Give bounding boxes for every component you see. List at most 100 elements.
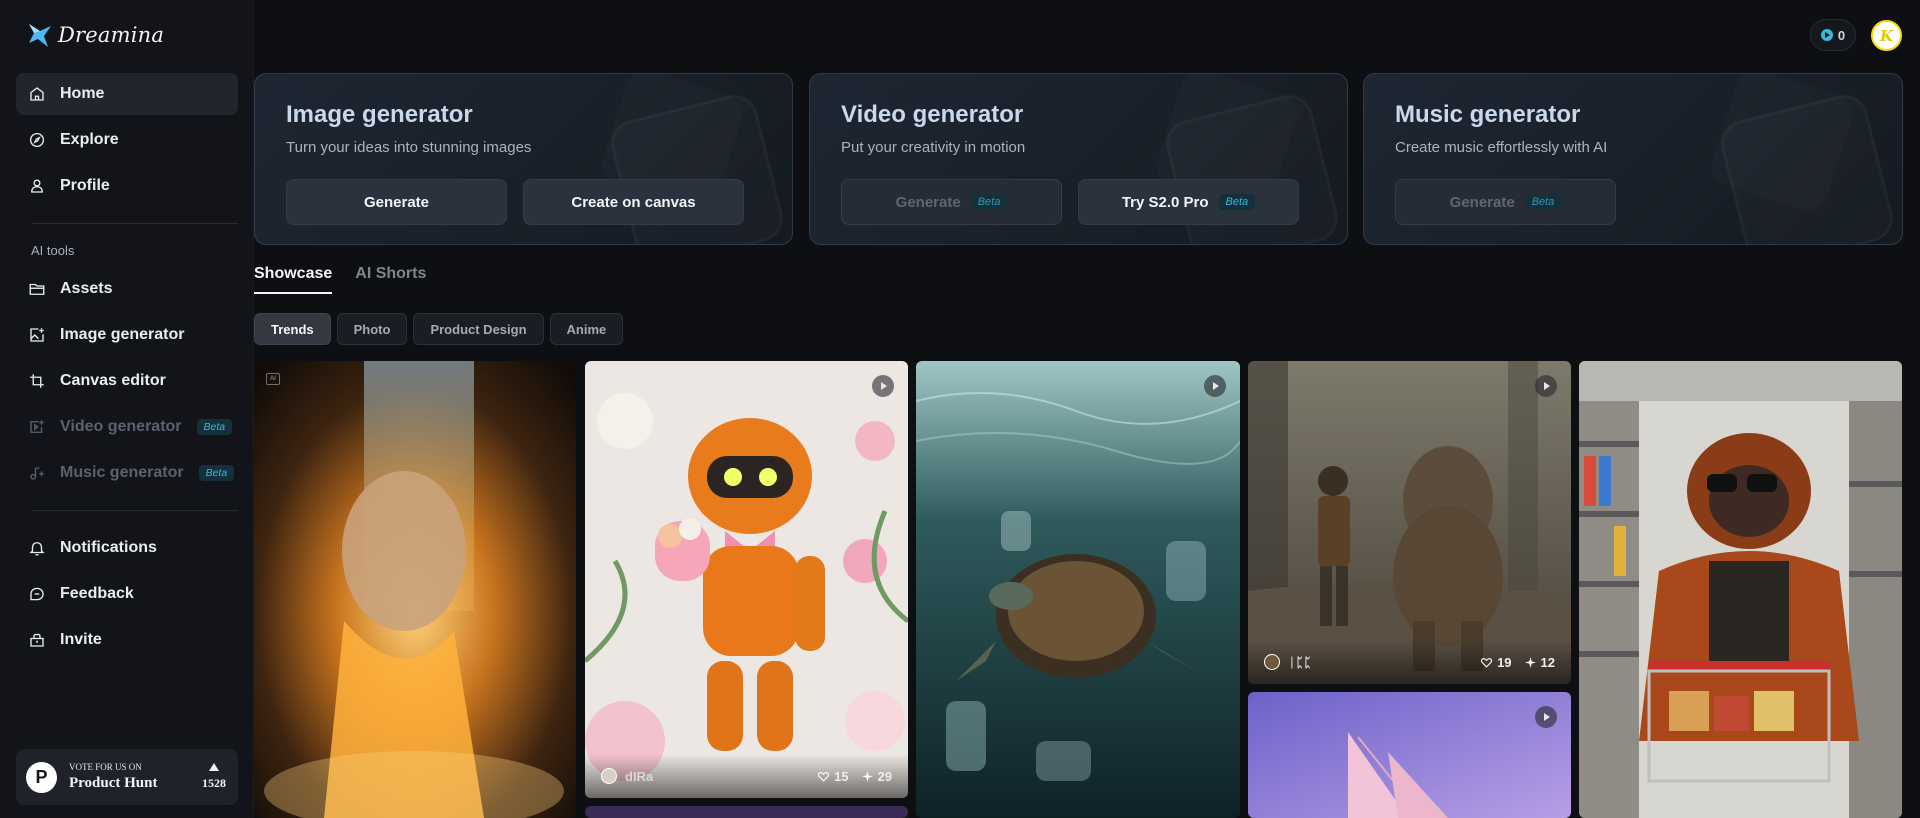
compass-icon bbox=[27, 130, 47, 150]
nav-item-invite[interactable]: Invite bbox=[16, 619, 238, 661]
nav-label: Explore bbox=[60, 131, 119, 148]
music-plus-icon bbox=[27, 463, 47, 483]
home-icon bbox=[27, 84, 47, 104]
button-label: Generate bbox=[363, 193, 430, 211]
button-label: Create on canvas bbox=[571, 193, 696, 211]
like-count: 19 bbox=[1497, 654, 1512, 670]
video-generator-card: Video generator Put your creativity in m… bbox=[809, 73, 1348, 245]
remix-count: 29 bbox=[877, 768, 892, 784]
nav-label: Feedback bbox=[60, 585, 134, 602]
product-hunt-caption: VOTE FOR US ON bbox=[69, 762, 142, 772]
nav-label: Profile bbox=[60, 177, 110, 194]
gallery-image bbox=[1248, 361, 1571, 684]
nav-item-profile[interactable]: Profile bbox=[16, 165, 238, 207]
gift-icon bbox=[27, 630, 47, 650]
sparkle-icon bbox=[1524, 656, 1536, 668]
beta-badge: Beta bbox=[970, 194, 1008, 210]
nav-item-music-generator[interactable]: Music generator Beta bbox=[16, 452, 238, 494]
gallery-image bbox=[1248, 692, 1571, 818]
gallery-item-bigfoot[interactable]: ᛁᛈᛈ 19 12 bbox=[1248, 361, 1571, 684]
gallery-item-next[interactable] bbox=[585, 806, 908, 818]
user-avatar[interactable] bbox=[601, 768, 617, 784]
button-label: Try S2.0 Pro bbox=[1121, 193, 1209, 211]
tab-ai-shorts[interactable]: AI Shorts bbox=[355, 265, 426, 294]
nav-label: Notifications bbox=[60, 539, 157, 556]
like-button[interactable]: 15 bbox=[817, 768, 849, 784]
beta-badge: Beta bbox=[1524, 194, 1562, 210]
play-icon[interactable] bbox=[1204, 375, 1226, 397]
filter-trends[interactable]: Trends bbox=[254, 313, 331, 345]
nav-item-notifications[interactable]: Notifications bbox=[16, 527, 238, 569]
user-name[interactable]: dIRa bbox=[625, 769, 805, 784]
nav-label: Music generator bbox=[60, 464, 184, 481]
nav-label: Image generator bbox=[60, 326, 185, 343]
nav-item-video-generator[interactable]: Video generator Beta bbox=[16, 406, 238, 448]
nav-label: Invite bbox=[60, 631, 102, 648]
heart-icon bbox=[1481, 657, 1493, 668]
play-icon[interactable] bbox=[1535, 706, 1557, 728]
user-avatar[interactable] bbox=[1264, 654, 1280, 670]
play-icon[interactable] bbox=[872, 375, 894, 397]
upvote-arrow-icon bbox=[209, 763, 219, 771]
product-hunt-icon: P bbox=[26, 761, 57, 793]
dreamina-logo[interactable]: Dreamina bbox=[26, 18, 164, 52]
filter-photo[interactable]: Photo bbox=[336, 313, 408, 345]
nav-item-home[interactable]: Home bbox=[16, 73, 238, 115]
sidebar-divider bbox=[32, 223, 238, 224]
ai-tools-label: AI tools bbox=[31, 243, 75, 258]
gallery-image bbox=[585, 361, 908, 798]
tools-nav: Assets Image generator Canvas editor Vid… bbox=[16, 268, 238, 498]
gallery-image bbox=[916, 361, 1240, 818]
nav-item-feedback[interactable]: Feedback bbox=[16, 573, 238, 615]
crop-icon bbox=[27, 371, 47, 391]
card-subtitle: Create music effortlessly with AI bbox=[1395, 139, 1608, 156]
button-label: Generate bbox=[895, 193, 961, 211]
remix-button[interactable]: 12 bbox=[1524, 655, 1555, 670]
gallery-item-orangutan[interactable] bbox=[1579, 361, 1902, 818]
user-name[interactable]: ᛁᛈᛈ bbox=[1288, 655, 1468, 670]
try-s2-pro-button[interactable]: Try S2.0 Pro Beta bbox=[1078, 179, 1299, 225]
showcase-tabs: Showcase AI Shorts bbox=[254, 265, 449, 294]
gallery-item-robot[interactable]: dIRa 15 29 bbox=[585, 361, 908, 798]
ai-label-icon: AI bbox=[266, 373, 280, 385]
nav-label: Assets bbox=[60, 280, 113, 297]
play-icon[interactable] bbox=[1535, 375, 1557, 397]
gallery-item-pink-ship[interactable] bbox=[1248, 692, 1571, 818]
credit-icon bbox=[1820, 29, 1833, 41]
heart-icon bbox=[818, 771, 830, 782]
beta-badge: Beta bbox=[1218, 194, 1256, 210]
filter-anime[interactable]: Anime bbox=[549, 313, 624, 345]
nav-label: Home bbox=[60, 85, 105, 102]
video-generate-button[interactable]: Generate Beta bbox=[841, 179, 1062, 225]
avatar[interactable]: K bbox=[1871, 20, 1902, 51]
upvote-button[interactable]: 1528 bbox=[202, 763, 226, 791]
gallery-item-turtle[interactable] bbox=[916, 361, 1240, 818]
remix-button[interactable]: 29 bbox=[861, 769, 892, 784]
music-generator-card: Music generator Create music effortlessl… bbox=[1363, 73, 1903, 245]
create-on-canvas-button[interactable]: Create on canvas bbox=[523, 179, 744, 225]
like-button[interactable]: 19 bbox=[1480, 654, 1512, 670]
nav-item-image-generator[interactable]: Image generator bbox=[16, 314, 238, 356]
tab-showcase[interactable]: Showcase bbox=[254, 265, 333, 294]
nav-item-assets[interactable]: Assets bbox=[16, 268, 238, 310]
main-nav: Home Explore Profile bbox=[16, 73, 238, 211]
nav-item-explore[interactable]: Explore bbox=[16, 119, 238, 161]
nav-label: Canvas editor bbox=[60, 372, 166, 389]
product-hunt-card[interactable]: P VOTE FOR US ON Product Hunt 1528 bbox=[16, 749, 238, 805]
music-generate-button[interactable]: Generate Beta bbox=[1395, 179, 1616, 225]
user-icon bbox=[27, 176, 47, 196]
image-generate-button[interactable]: Generate bbox=[286, 179, 507, 225]
card-title: Music generator bbox=[1395, 101, 1581, 128]
card-subtitle: Put your creativity in motion bbox=[841, 139, 1026, 156]
credits-badge[interactable]: 0 bbox=[1810, 19, 1856, 51]
dreamina-logo-icon bbox=[29, 24, 51, 47]
nav-item-canvas-editor[interactable]: Canvas editor bbox=[16, 360, 238, 402]
bottom-nav: Notifications Feedback Invite bbox=[16, 527, 238, 665]
category-filters: Trends Photo Product Design Anime bbox=[254, 313, 624, 345]
gallery-item-golden-face[interactable]: AI bbox=[254, 361, 576, 818]
like-count: 15 bbox=[834, 768, 849, 784]
filter-product-design[interactable]: Product Design bbox=[413, 313, 544, 345]
product-hunt-title: Product Hunt bbox=[69, 775, 158, 791]
image-plus-icon bbox=[27, 325, 47, 345]
card-subtitle: Turn your ideas into stunning images bbox=[286, 139, 532, 156]
